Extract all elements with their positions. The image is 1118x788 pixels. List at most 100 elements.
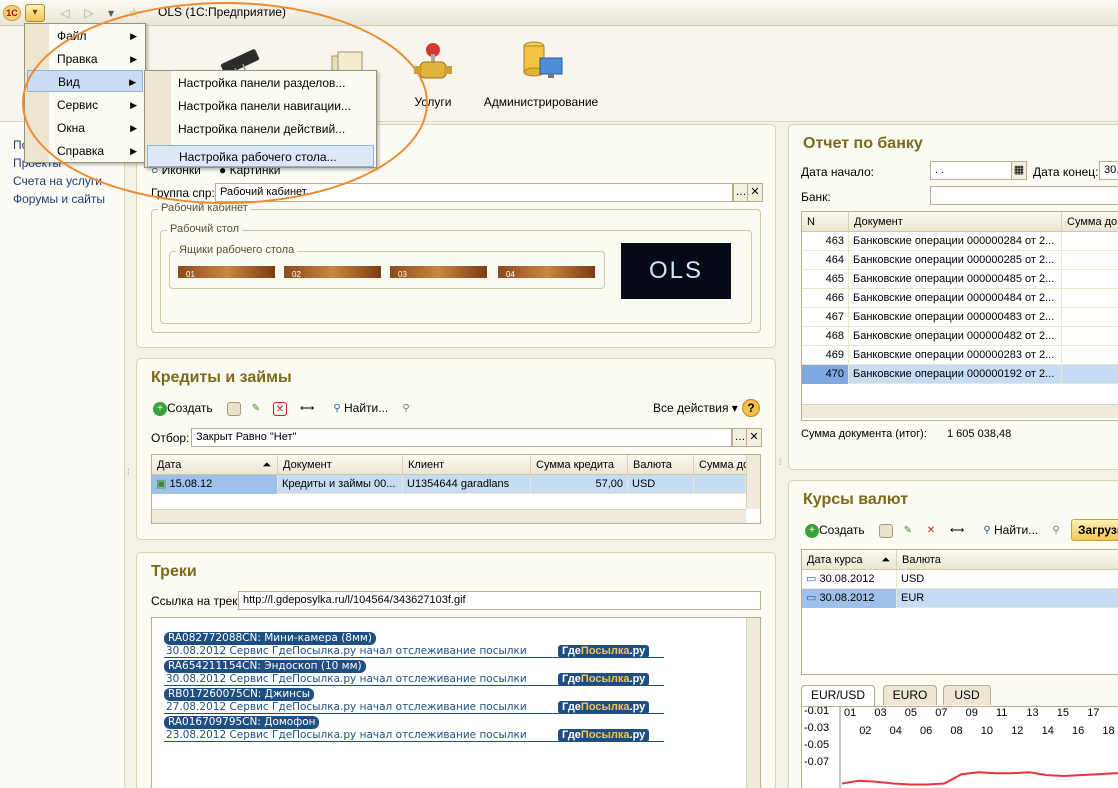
- splitter-handle[interactable]: ⁞: [127, 468, 131, 490]
- table-row[interactable]: ▭ 30.08.2012 USD: [802, 570, 1118, 589]
- filter-clear-button[interactable]: ✕: [746, 428, 762, 447]
- horizontal-scrollbar[interactable]: [152, 509, 746, 523]
- main-menu-button[interactable]: ▾: [25, 4, 45, 22]
- col-rate-date[interactable]: Дата курса ⏶: [802, 550, 897, 570]
- history-dropdown-icon[interactable]: ▾: [102, 4, 120, 22]
- submenu-sections-panel[interactable]: Настройка панели разделов...: [147, 72, 374, 94]
- tab-euro[interactable]: EURO: [883, 685, 937, 705]
- submenu-arrow-icon: ▶: [130, 54, 137, 64]
- table-row[interactable]: ▣ 15.08.12 Кредиты и займы 00... U135464…: [152, 475, 746, 494]
- table-row[interactable]: ▭ 30.08.2012 EUR: [802, 589, 1118, 608]
- vertical-scrollbar[interactable]: [746, 455, 760, 509]
- box-01[interactable]: 01: [178, 266, 275, 279]
- submenu-actions-panel[interactable]: Настройка панели действий...: [147, 118, 374, 140]
- nav-link-invoices[interactable]: Счета на услуги: [13, 174, 102, 188]
- rates-link-button[interactable]: ⟷: [950, 523, 964, 538]
- menu-item-windows[interactable]: Окна ▶: [27, 117, 143, 139]
- back-icon[interactable]: ◁: [56, 4, 74, 22]
- table-row[interactable]: 467 Банковские операции 000000483 от 2...…: [802, 308, 1118, 327]
- table-row[interactable]: 464 Банковские операции 000000285 от 2...: [802, 251, 1118, 270]
- 1c-logo-icon[interactable]: 1С: [3, 5, 21, 21]
- track-link-field[interactable]: http://l.gdeposylka.ru/l/104564/34362710…: [238, 591, 761, 610]
- box-04[interactable]: 04: [498, 266, 595, 279]
- section-services-label: Услуги: [414, 95, 452, 109]
- col-sum2[interactable]: Сумма до: [694, 455, 754, 475]
- cell-currency: USD: [628, 475, 694, 494]
- table-row[interactable]: 466 Банковские операции 000000484 от 2...…: [802, 289, 1118, 308]
- box-02[interactable]: 02: [284, 266, 381, 279]
- forward-icon[interactable]: ▷: [80, 4, 98, 22]
- col-date[interactable]: Дата ⏶: [152, 455, 278, 475]
- ols-logo: OLS: [621, 243, 731, 299]
- help-icon[interactable]: ?: [742, 399, 760, 417]
- submenu-navigation-panel[interactable]: Настройка панели навигации...: [147, 95, 374, 117]
- table-row[interactable]: 470 Банковские операции 000000192 от 2...…: [802, 365, 1118, 384]
- x-tick-label: 03: [874, 707, 886, 719]
- box-03[interactable]: 03: [390, 266, 487, 279]
- col-bank-sum[interactable]: Сумма до: [1062, 212, 1118, 232]
- col-document[interactable]: Документ: [278, 455, 403, 475]
- credits-all-actions[interactable]: Все действия ▾: [653, 401, 738, 415]
- tab-eurusd[interactable]: EUR/USD: [801, 685, 875, 706]
- cell-n: 470: [802, 365, 849, 384]
- col-currency[interactable]: Валюта: [628, 455, 694, 475]
- table-row[interactable]: 469 Банковские операции 000000283 от 2...…: [802, 346, 1118, 365]
- menu-item-service[interactable]: Сервис ▶: [27, 94, 143, 116]
- credits-link-button[interactable]: ⟷: [300, 401, 314, 416]
- group-cabinet-title: Рабочий кабинет: [158, 202, 251, 214]
- col-bank-document[interactable]: Документ: [849, 212, 1062, 232]
- menu-item-edit[interactable]: Правка ▶: [27, 48, 143, 70]
- rates-delete-button[interactable]: ✕: [924, 523, 938, 538]
- cell-rate-date-text: 30.08.2012: [819, 573, 875, 585]
- calendar-icon[interactable]: ▦: [1011, 161, 1027, 180]
- badge-3-a: Где: [562, 701, 581, 713]
- section-services[interactable]: Услуги: [398, 40, 468, 109]
- badge-4-b: Посылка: [580, 729, 630, 741]
- rates-find-button[interactable]: ⚲ Найти...: [980, 523, 1038, 538]
- tracks-scrollbar[interactable]: [746, 618, 760, 788]
- col-client[interactable]: Клиент: [403, 455, 531, 475]
- rates-copy-button[interactable]: [879, 523, 893, 538]
- rates-create-label: Создать: [819, 523, 865, 537]
- rates-cancel-search-button[interactable]: ⚲: [1049, 523, 1063, 538]
- badge-2-a: Где: [562, 673, 581, 685]
- credits-delete-button[interactable]: ✕: [273, 401, 287, 416]
- bank-panel: Отчет по банку Дата начало: . . ▦ Дата к…: [788, 124, 1118, 470]
- table-row[interactable]: 463 Банковские операции 000000284 от 2...…: [802, 232, 1118, 251]
- credits-copy-button[interactable]: [227, 401, 241, 416]
- table-row[interactable]: 468 Банковские операции 000000482 от 2...: [802, 327, 1118, 346]
- table-row[interactable]: 465 Банковские операции 000000485 от 2...: [802, 270, 1118, 289]
- menu-item-help[interactable]: Справка ▶: [27, 140, 143, 162]
- clear-button[interactable]: ✕: [747, 183, 763, 202]
- col-rate-currency[interactable]: Валюта: [897, 550, 1118, 570]
- title-bar: 1С ▾ ◁ ▷ ▾ ☆ OLS (1С:Предприятие): [0, 0, 1118, 26]
- nav-link-forums[interactable]: Форумы и сайты: [13, 192, 105, 206]
- cell-rate-date: ▭ 30.08.2012: [802, 589, 897, 608]
- rates-edit-button[interactable]: ✎: [901, 523, 915, 538]
- bank-horizontal-scrollbar[interactable]: [802, 404, 1118, 418]
- bank-field[interactable]: [930, 186, 1118, 205]
- splitter-handle[interactable]: ⁞: [779, 458, 783, 480]
- credits-edit-button[interactable]: ✎: [249, 401, 263, 416]
- submenu-desktop[interactable]: Настройка рабочего стола...: [147, 145, 374, 167]
- start-date-field[interactable]: . .: [930, 161, 1014, 180]
- rates-load-button[interactable]: Загрузи: [1071, 519, 1118, 541]
- badge-2-c: .ру: [629, 673, 646, 685]
- end-date-field[interactable]: 30.0: [1099, 161, 1118, 180]
- favorites-star-icon[interactable]: ☆: [125, 4, 143, 22]
- tab-usd[interactable]: USD: [943, 685, 991, 705]
- cell-document: Кредиты и займы 00...: [278, 475, 403, 494]
- col-sum[interactable]: Сумма кредита: [531, 455, 628, 475]
- menu-item-view[interactable]: Вид ▶: [27, 70, 143, 92]
- credits-find-button[interactable]: ⚲ Найти...: [330, 401, 388, 416]
- group-field[interactable]: Рабочий кабинет: [215, 183, 733, 202]
- rates-create-button[interactable]: + Создать: [805, 523, 865, 538]
- cell-sum: 57,00: [531, 475, 628, 494]
- credits-create-button[interactable]: + Создать: [153, 401, 213, 416]
- menu-item-file[interactable]: Файл ▶: [27, 25, 143, 47]
- filter-field[interactable]: Закрыт Равно "Нет": [191, 428, 732, 447]
- col-n[interactable]: N: [802, 212, 849, 232]
- section-administration[interactable]: Администрирование: [480, 40, 602, 109]
- credits-cancel-search-button[interactable]: ⚲: [399, 401, 413, 416]
- submenu-arrow-icon: ▶: [130, 146, 137, 156]
